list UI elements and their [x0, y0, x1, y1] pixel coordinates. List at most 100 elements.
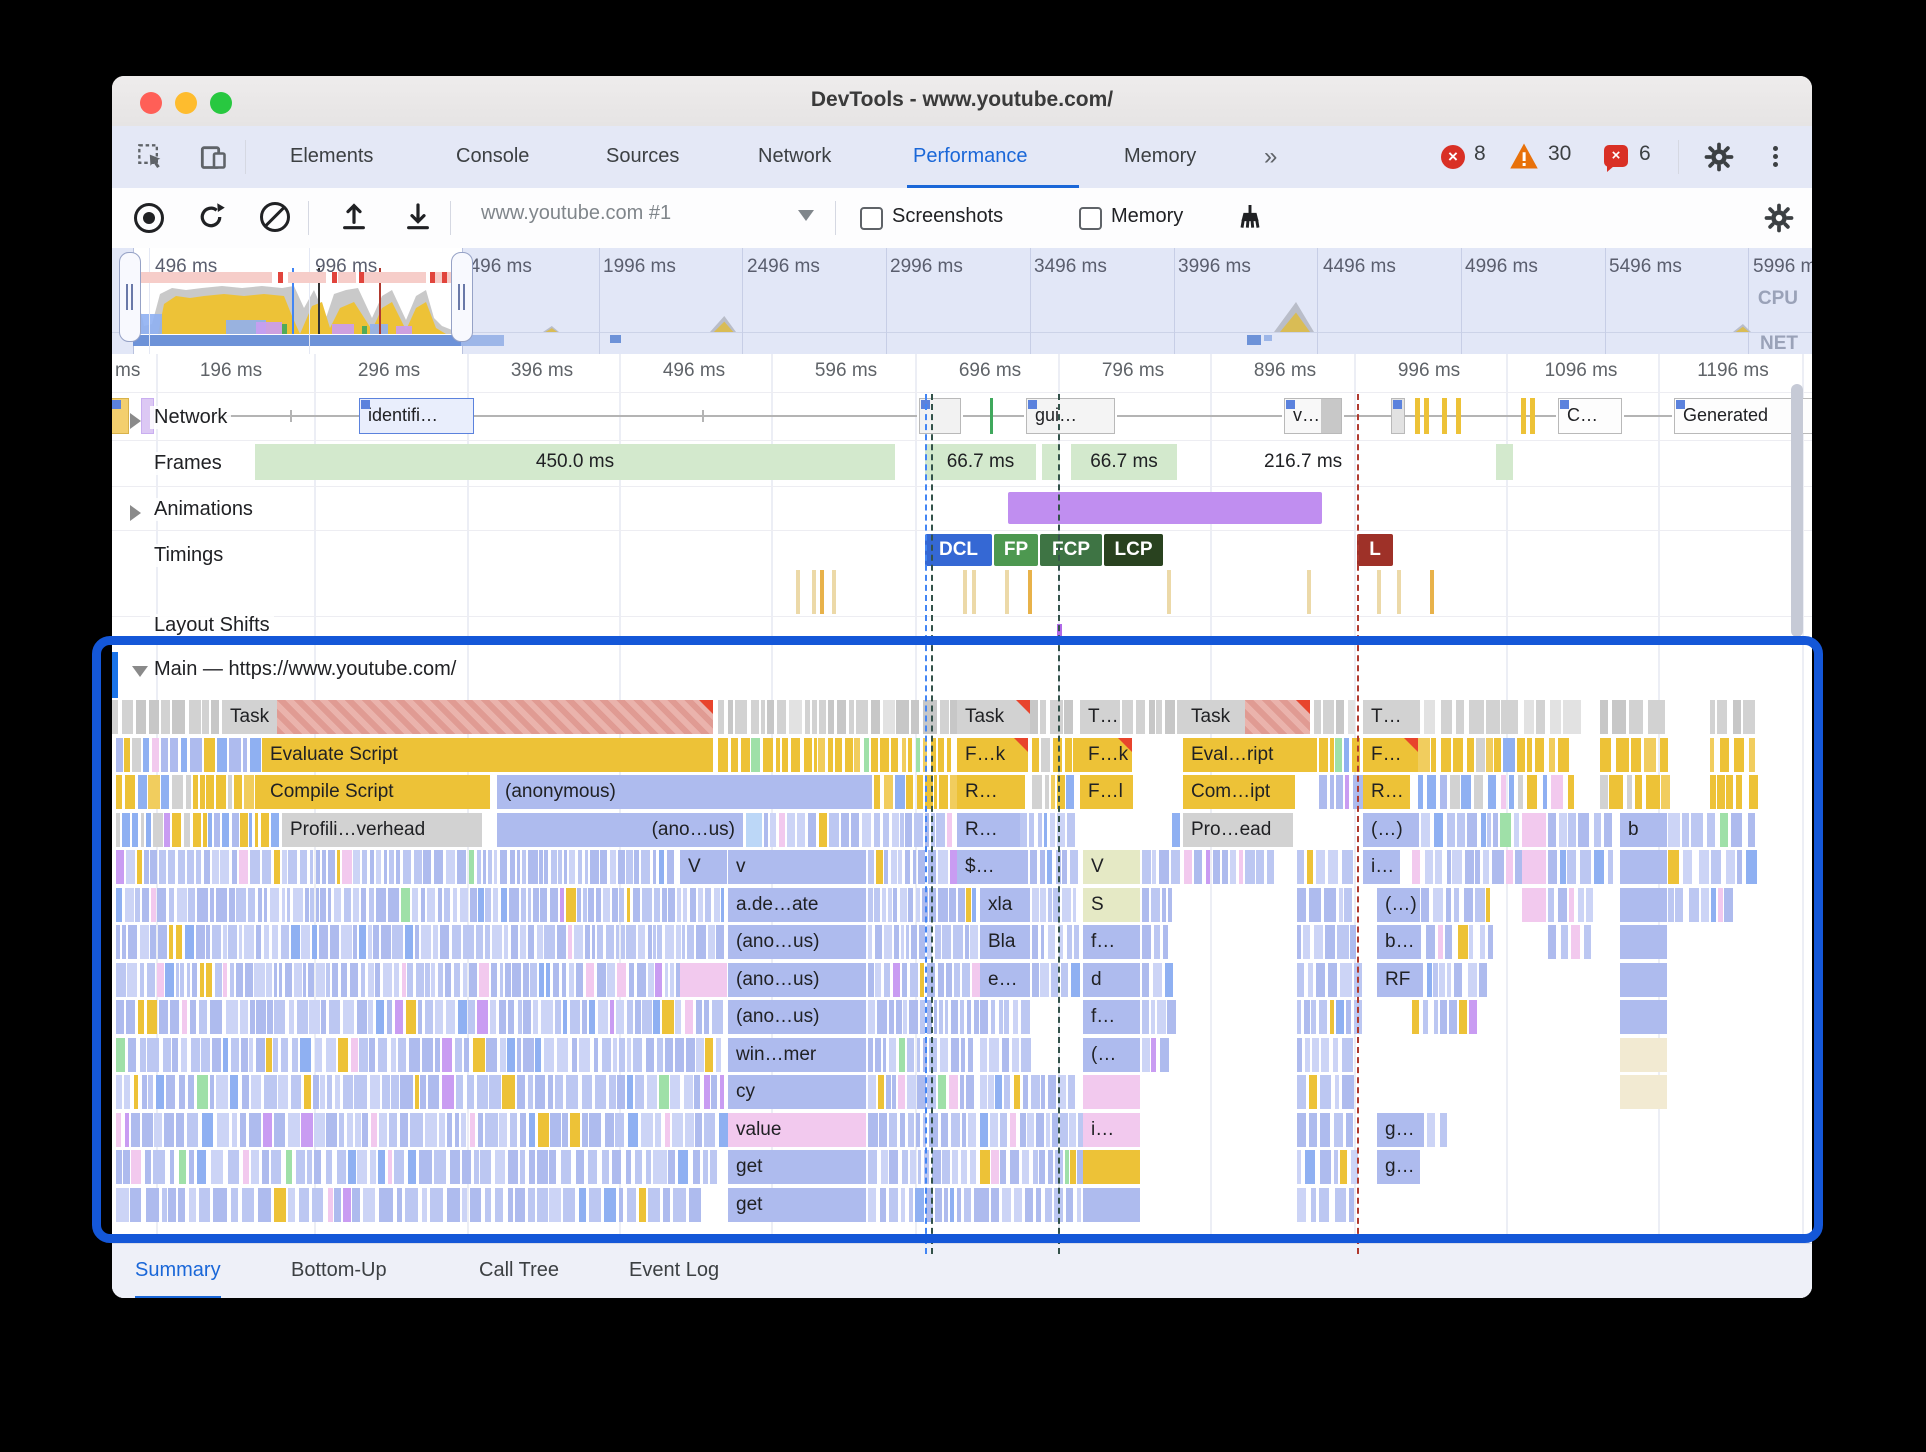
tab-console[interactable]: Console [456, 126, 529, 187]
network-event-mark [990, 398, 993, 434]
network-event-mark [1456, 398, 1461, 434]
overview-time-label: 3996 ms [1178, 256, 1251, 277]
record-button[interactable] [134, 203, 164, 233]
frame-duration-bar[interactable]: 66.7 ms [1071, 444, 1177, 480]
divider [450, 201, 451, 235]
divider [835, 201, 836, 235]
request-timing-tick [290, 410, 292, 422]
overview-gridline [599, 248, 600, 354]
long-task-indicator [364, 272, 426, 283]
frames-track-label: Frames [150, 452, 226, 475]
session-select[interactable]: www.youtube.com #1 [481, 202, 781, 225]
request-waiting-tail [1321, 399, 1341, 433]
network-activity-bar [133, 335, 461, 346]
bottom-tab-bottom-up[interactable]: Bottom-Up [291, 1244, 387, 1296]
more-tabs-button[interactable]: » [1264, 126, 1277, 187]
panel-settings-gear-icon[interactable] [1764, 203, 1794, 233]
overview-gridline [1174, 248, 1175, 354]
bottom-tab-event-log[interactable]: Event Log [629, 1244, 719, 1296]
timing-event-tick [832, 570, 836, 614]
network-expand-arrow-icon[interactable] [130, 413, 141, 429]
timing-event-tick [820, 570, 824, 614]
network-request-chip[interactable] [1391, 398, 1405, 434]
overview-time-label: 4996 ms [1465, 256, 1538, 277]
network-request-chip[interactable]: v… [1284, 398, 1342, 434]
chevron-down-icon[interactable] [798, 210, 814, 221]
warning-count[interactable]: 30 [1548, 142, 1571, 166]
ruler-time-label: 696 ms [958, 360, 1022, 381]
timing-marker-l[interactable]: L [1357, 534, 1393, 566]
request-timing-line [1117, 415, 1282, 417]
tab-performance[interactable]: Performance [913, 126, 1028, 187]
issues-badge-icon[interactable]: × [1604, 145, 1628, 172]
ruler-unit-label: ms [115, 360, 141, 381]
reload-record-button[interactable] [196, 202, 226, 232]
network-request-chip[interactable]: identifi… [359, 398, 474, 434]
vertical-scrollbar[interactable] [1791, 384, 1803, 637]
titlebar: DevTools - www.youtube.com/ [112, 76, 1812, 127]
error-badge-icon[interactable]: × [1441, 145, 1465, 169]
ruler-time-label: 996 ms [1397, 360, 1461, 381]
net-strip-label: NET [1760, 333, 1798, 354]
settings-gear-icon[interactable] [1704, 142, 1734, 172]
memory-checkbox[interactable] [1079, 207, 1102, 230]
timeline-overview-minimap[interactable]: CPU NET 496 ms 996 ms 1496 ms 1996 ms 2496 m… [112, 248, 1812, 354]
request-timing-line [474, 415, 917, 417]
ruler-time-label: 496 ms [662, 360, 726, 381]
timing-marker-lcp[interactable]: LCP [1104, 534, 1163, 566]
animations-expand-arrow-icon[interactable] [130, 505, 141, 521]
cpu-activity-bump [1733, 324, 1751, 332]
frame-duration-label: 216.7 ms [1264, 451, 1343, 472]
network-event-mark [1521, 398, 1526, 434]
frame-duration-bar[interactable] [1496, 444, 1513, 480]
layout-shifts-track-label: Layout Shifts [150, 614, 274, 637]
collect-garbage-icon[interactable] [1234, 201, 1266, 233]
request-priority-icon [361, 400, 370, 409]
animation-bar[interactable] [1008, 492, 1322, 524]
selection-left-handle[interactable] [119, 252, 141, 342]
ruler-time-label: 196 ms [199, 360, 263, 381]
timing-marker-fcp[interactable]: FCP [1040, 534, 1102, 566]
request-priority-icon [1560, 400, 1569, 409]
device-toolbar-icon[interactable] [200, 143, 228, 171]
bottom-tab-summary[interactable]: Summary [135, 1244, 221, 1298]
divider [308, 201, 309, 235]
overview-gridline [309, 248, 310, 354]
tab-elements[interactable]: Elements [290, 126, 373, 187]
details-tabbar: Summary Bottom-Up Call Tree Event Log [112, 1243, 1812, 1298]
network-request-chip[interactable]: C… [1558, 398, 1622, 434]
network-request-chip[interactable] [112, 398, 129, 434]
clear-button[interactable] [260, 202, 290, 232]
tab-network[interactable]: Network [758, 126, 831, 187]
cpu-strip-label: CPU [1757, 288, 1798, 309]
overview-gridline [886, 248, 887, 354]
inspect-icon[interactable] [137, 143, 165, 171]
frame-duration-bar[interactable]: 66.7 ms [925, 444, 1036, 480]
tab-sources[interactable]: Sources [606, 126, 679, 187]
bottom-tab-call-tree[interactable]: Call Tree [479, 1244, 559, 1296]
timing-marker-fp[interactable]: FP [994, 534, 1038, 566]
divider [1678, 140, 1679, 174]
screenshots-checkbox[interactable] [860, 207, 883, 230]
kebab-menu-icon[interactable] [1773, 143, 1778, 170]
issue-count[interactable]: 6 [1639, 142, 1651, 166]
overview-gridline [1461, 248, 1462, 354]
overview-time-label: 4496 ms [1323, 256, 1396, 277]
timing-event-tick [1005, 570, 1009, 614]
timing-marker-dcl[interactable]: DCL [925, 534, 992, 566]
load-profile-icon[interactable] [338, 201, 370, 233]
error-count[interactable]: 8 [1474, 142, 1486, 166]
timing-event-tick [1430, 570, 1434, 614]
warning-badge-icon[interactable] [1509, 142, 1539, 170]
ruler-time-label: 296 ms [357, 360, 421, 381]
save-profile-icon[interactable] [402, 201, 434, 233]
timing-event-tick [972, 570, 976, 614]
tab-memory[interactable]: Memory [1124, 126, 1196, 187]
frame-duration-bar[interactable]: 450.0 ms [255, 444, 895, 480]
selection-right-handle[interactable] [451, 252, 473, 342]
network-request-chip[interactable]: gui… [1026, 398, 1115, 434]
request-priority-icon [1393, 400, 1402, 409]
divider [245, 140, 246, 174]
request-priority-icon [1676, 400, 1685, 409]
timing-event-tick [1028, 570, 1032, 614]
